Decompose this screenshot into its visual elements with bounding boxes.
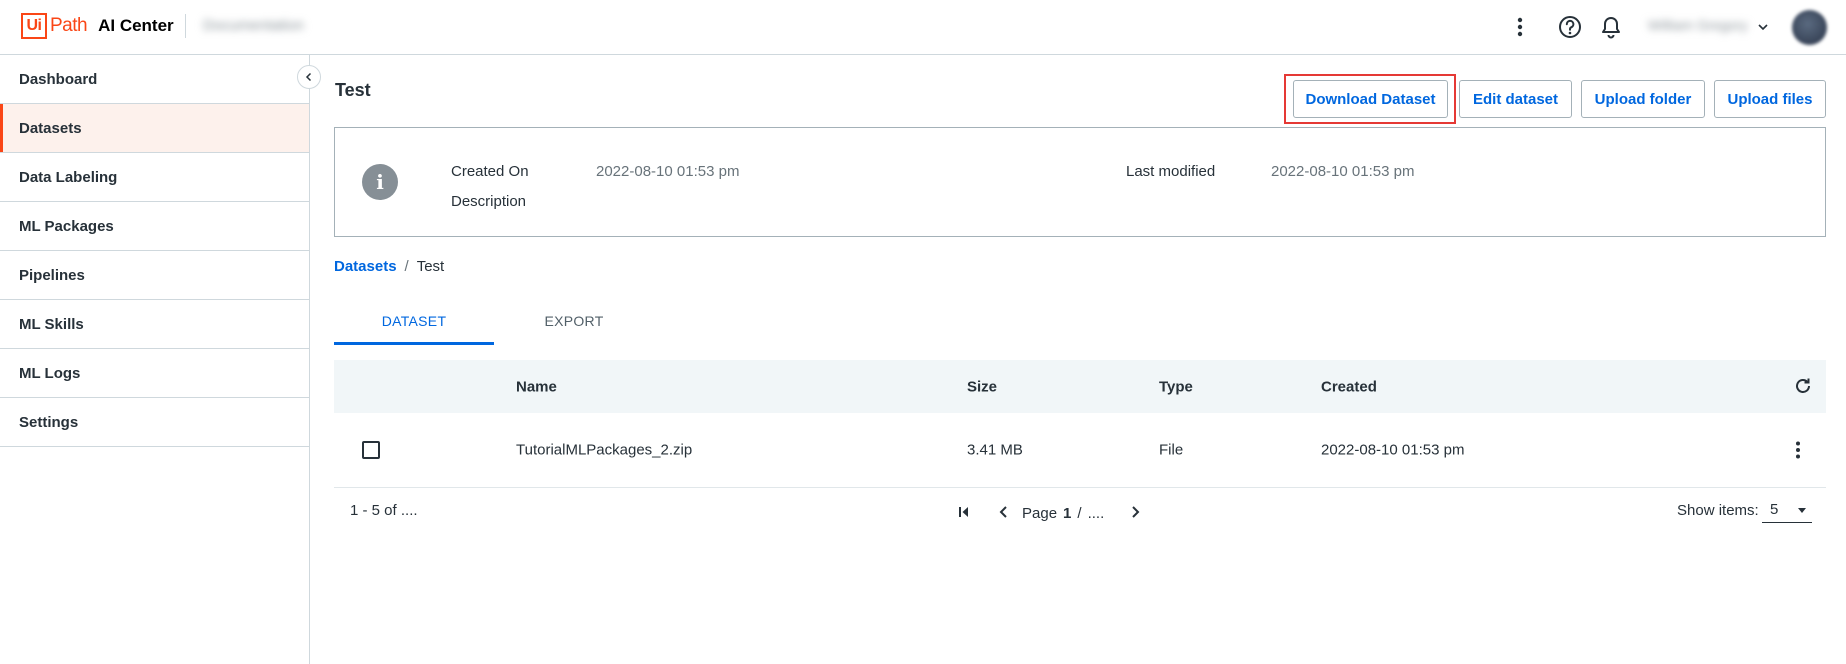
column-header-size[interactable]: Size — [967, 378, 997, 395]
page-size-value: 5 — [1770, 501, 1779, 518]
sidebar-item-label: Datasets — [19, 119, 82, 137]
sidebar-collapse-button[interactable] — [297, 65, 321, 89]
sidebar-item-label: Data Labeling — [19, 168, 118, 186]
row-more-icon[interactable] — [1785, 437, 1811, 463]
page-separator: / — [1077, 505, 1082, 522]
sidebar-item-data-labeling[interactable]: Data Labeling — [0, 153, 309, 202]
page-title: Test — [335, 80, 371, 100]
caret-down-icon — [1798, 507, 1806, 513]
cell-name[interactable]: TutorialMLPackages_2.zip — [516, 442, 692, 459]
sidebar-item-pipelines[interactable]: Pipelines — [0, 251, 309, 300]
user-name[interactable]: William Gregory — [1648, 17, 1756, 35]
sidebar-item-settings[interactable]: Settings — [0, 398, 309, 447]
sidebar-item-dashboard[interactable]: Dashboard — [0, 55, 309, 104]
page-size-select[interactable]: 5 — [1762, 497, 1812, 523]
chevron-down-icon[interactable] — [1757, 20, 1769, 32]
description-label: Description — [451, 193, 527, 210]
bell-icon[interactable] — [1598, 14, 1624, 40]
logo-path-text: Path — [50, 15, 88, 36]
prev-page-icon[interactable] — [993, 501, 1015, 523]
column-header-created[interactable]: Created — [1321, 378, 1377, 395]
product-name: AI Center — [98, 16, 174, 35]
page-label: Page — [1022, 505, 1058, 522]
table-row[interactable]: TutorialMLPackages_2.zip 3.41 MB File 20… — [334, 413, 1826, 488]
more-vert-icon[interactable] — [1507, 14, 1533, 40]
download-dataset-button[interactable]: Download Dataset — [1293, 80, 1448, 118]
sidebar-item-label: ML Packages — [19, 217, 114, 235]
first-page-icon[interactable] — [953, 501, 975, 523]
edit-dataset-button[interactable]: Edit dataset — [1459, 80, 1572, 118]
upload-files-button[interactable]: Upload files — [1714, 80, 1826, 118]
sidebar-item-ml-packages[interactable]: ML Packages — [0, 202, 309, 251]
dataset-info-panel: i Created On 2022-08-10 01:53 pm Descrip… — [334, 127, 1826, 237]
column-header-type[interactable]: Type — [1159, 378, 1193, 395]
info-icon: i — [362, 164, 398, 200]
avatar[interactable] — [1792, 10, 1827, 45]
tenant-name[interactable]: Documentation — [203, 17, 309, 35]
cell-type: File — [1159, 441, 1184, 459]
sidebar-item-label: Settings — [19, 413, 79, 431]
created-on-label: Created On — [451, 163, 529, 180]
sidebar: Dashboard Datasets Data Labeling ML Pack… — [0, 55, 310, 664]
page-current: 1 — [1063, 505, 1072, 522]
sidebar-item-label: Dashboard — [19, 70, 98, 88]
breadcrumb: Datasets / Test — [334, 258, 444, 275]
refresh-icon[interactable] — [1790, 373, 1816, 399]
logo-ui-mark: Ui — [21, 13, 47, 39]
show-items-label: Show items: — [1677, 502, 1759, 519]
uipath-logo[interactable]: Ui Path AI Center — [21, 13, 174, 39]
created-on-value: 2022-08-10 01:53 pm — [596, 163, 740, 180]
sidebar-item-label: ML Logs — [19, 364, 81, 382]
page-indicator: Page 1 / .... — [1022, 505, 1104, 522]
cell-created: 2022-08-10 01:53 pm — [1321, 441, 1465, 459]
sidebar-item-datasets[interactable]: Datasets — [0, 104, 309, 153]
sidebar-item-label: Pipelines — [19, 266, 85, 284]
page-total: .... — [1087, 505, 1105, 522]
header-divider — [185, 14, 186, 38]
breadcrumb-separator: / — [404, 258, 409, 275]
breadcrumb-datasets-link[interactable]: Datasets — [334, 258, 397, 275]
pagination: 1 - 5 of .... Page 1 / .... Show items: … — [334, 487, 1826, 527]
row-checkbox[interactable] — [362, 441, 380, 459]
help-icon[interactable] — [1557, 14, 1583, 40]
column-header-name[interactable]: Name — [516, 378, 557, 395]
sidebar-item-ml-skills[interactable]: ML Skills — [0, 300, 309, 349]
sidebar-item-label: ML Skills — [19, 315, 84, 333]
files-table: Name Size Type Created TutorialMLPackage… — [334, 360, 1826, 488]
tab-dataset[interactable]: DATASET — [334, 296, 494, 345]
app-header: Ui Path AI Center Documentation William … — [0, 0, 1846, 55]
cell-size: 3.41 MB — [967, 441, 1023, 459]
upload-folder-button[interactable]: Upload folder — [1581, 80, 1705, 118]
chevron-left-icon — [305, 72, 312, 82]
last-modified-label: Last modified — [1126, 163, 1216, 180]
pagination-range: 1 - 5 of .... — [350, 502, 418, 519]
table-header: Name Size Type Created — [334, 360, 1826, 413]
tab-export[interactable]: EXPORT — [494, 296, 654, 345]
sidebar-item-ml-logs[interactable]: ML Logs — [0, 349, 309, 398]
next-page-icon[interactable] — [1124, 501, 1146, 523]
last-modified-value: 2022-08-10 01:53 pm — [1271, 163, 1415, 180]
breadcrumb-current: Test — [416, 258, 445, 275]
tab-bar: DATASET EXPORT — [334, 296, 654, 345]
